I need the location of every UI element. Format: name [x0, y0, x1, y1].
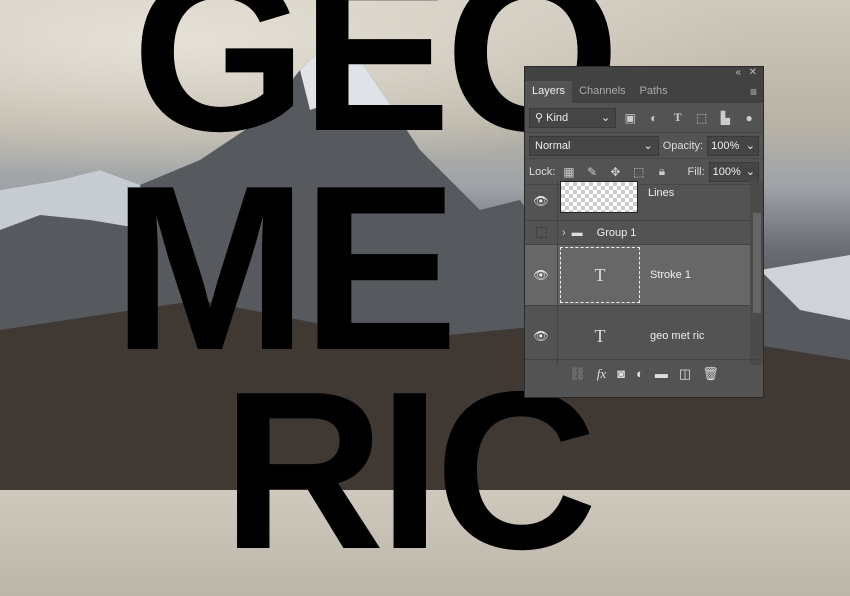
close-icon[interactable]: ✕ [749, 67, 757, 78]
layers-list: 👁︎ Lines › ▬ Group 1 👁︎ T Stroke 1 👁︎ T … [525, 181, 751, 365]
new-layer-icon[interactable]: ◫ [679, 366, 691, 382]
layer-row-stroke-1[interactable]: 👁︎ T Stroke 1 [525, 245, 751, 306]
tab-layers[interactable]: Layers [525, 81, 573, 103]
collapse-icon[interactable]: « [735, 67, 741, 78]
layers-panel: « ✕ Layers Channels Paths ≡ ⚲ Kind ⌄ ▣ ◐ T… [524, 66, 764, 398]
fill-value: 100% [712, 165, 741, 178]
fx-icon[interactable]: fx [597, 366, 606, 382]
delete-layer-icon[interactable]: 🗑︎ [702, 366, 719, 382]
fill-input[interactable]: 100% ⌄ [708, 161, 759, 182]
lock-all-icon[interactable]: 🔒︎ [652, 164, 671, 179]
lock-position-icon[interactable]: ✥ [606, 165, 625, 179]
filter-smart-object-icon[interactable]: ▙ [715, 111, 735, 125]
filter-kind-value: Kind [546, 112, 569, 124]
link-layers-icon[interactable]: ⛓︎ [569, 366, 586, 382]
layer-name: geo met ric [650, 330, 705, 342]
panel-menu-icon[interactable]: ≡ [750, 85, 757, 99]
layer-row-lines[interactable]: 👁︎ Lines [525, 181, 751, 221]
lock-transparent-icon[interactable]: ▦ [559, 165, 578, 179]
filter-adjustment-icon[interactable]: ◐ [644, 111, 664, 125]
text-layer-icon: T [594, 325, 606, 346]
add-mask-icon[interactable]: ◙ [617, 366, 625, 381]
filter-toggle[interactable]: ● [739, 111, 759, 125]
opacity-label: Opacity: [662, 139, 704, 152]
fill-label: Fill: [687, 165, 705, 178]
layer-row-group-1[interactable]: › ▬ Group 1 [525, 221, 751, 245]
folder-icon: ▬ [571, 226, 583, 239]
blend-mode-select[interactable]: Normal ⌄ [529, 135, 659, 156]
filter-shape-icon[interactable]: ⬚ [692, 111, 712, 125]
layer-name: Lines [648, 187, 675, 199]
tab-channels[interactable]: Channels [572, 81, 632, 103]
opacity-input[interactable]: 100% ⌄ [707, 135, 759, 156]
visibility-eye-icon[interactable]: 👁︎ [525, 181, 558, 220]
expand-chevron-icon[interactable]: › [562, 227, 566, 239]
layer-thumbnail [560, 181, 638, 213]
visibility-toggle-empty[interactable] [525, 221, 558, 244]
filter-kind-select[interactable]: ⚲ Kind ⌄ [529, 107, 617, 128]
adjustment-layer-icon[interactable]: ◐ [636, 366, 644, 381]
visibility-eye-icon[interactable]: 👁︎ [525, 306, 558, 365]
opacity-value: 100% [711, 139, 740, 152]
layer-name: Stroke 1 [650, 269, 691, 281]
new-group-icon[interactable]: ▬ [655, 366, 668, 381]
text-layer-icon: T [560, 247, 640, 303]
visibility-eye-icon[interactable]: 👁︎ [525, 245, 558, 305]
filter-type-icon[interactable]: T [668, 110, 688, 125]
layer-name: Group 1 [596, 226, 637, 239]
layers-scrollbar[interactable] [750, 181, 763, 365]
blend-mode-value: Normal [535, 139, 571, 152]
search-icon: ⚲ [535, 112, 544, 124]
lock-image-icon[interactable]: ✎ [583, 165, 602, 179]
tab-paths[interactable]: Paths [633, 81, 675, 103]
filter-pixel-icon[interactable]: ▣ [620, 111, 640, 125]
layer-row-geo-met-ric[interactable]: 👁︎ T geo met ric [525, 306, 751, 365]
lock-artboard-icon[interactable]: ⬚ [629, 165, 648, 179]
lock-label: Lock: [529, 165, 556, 178]
